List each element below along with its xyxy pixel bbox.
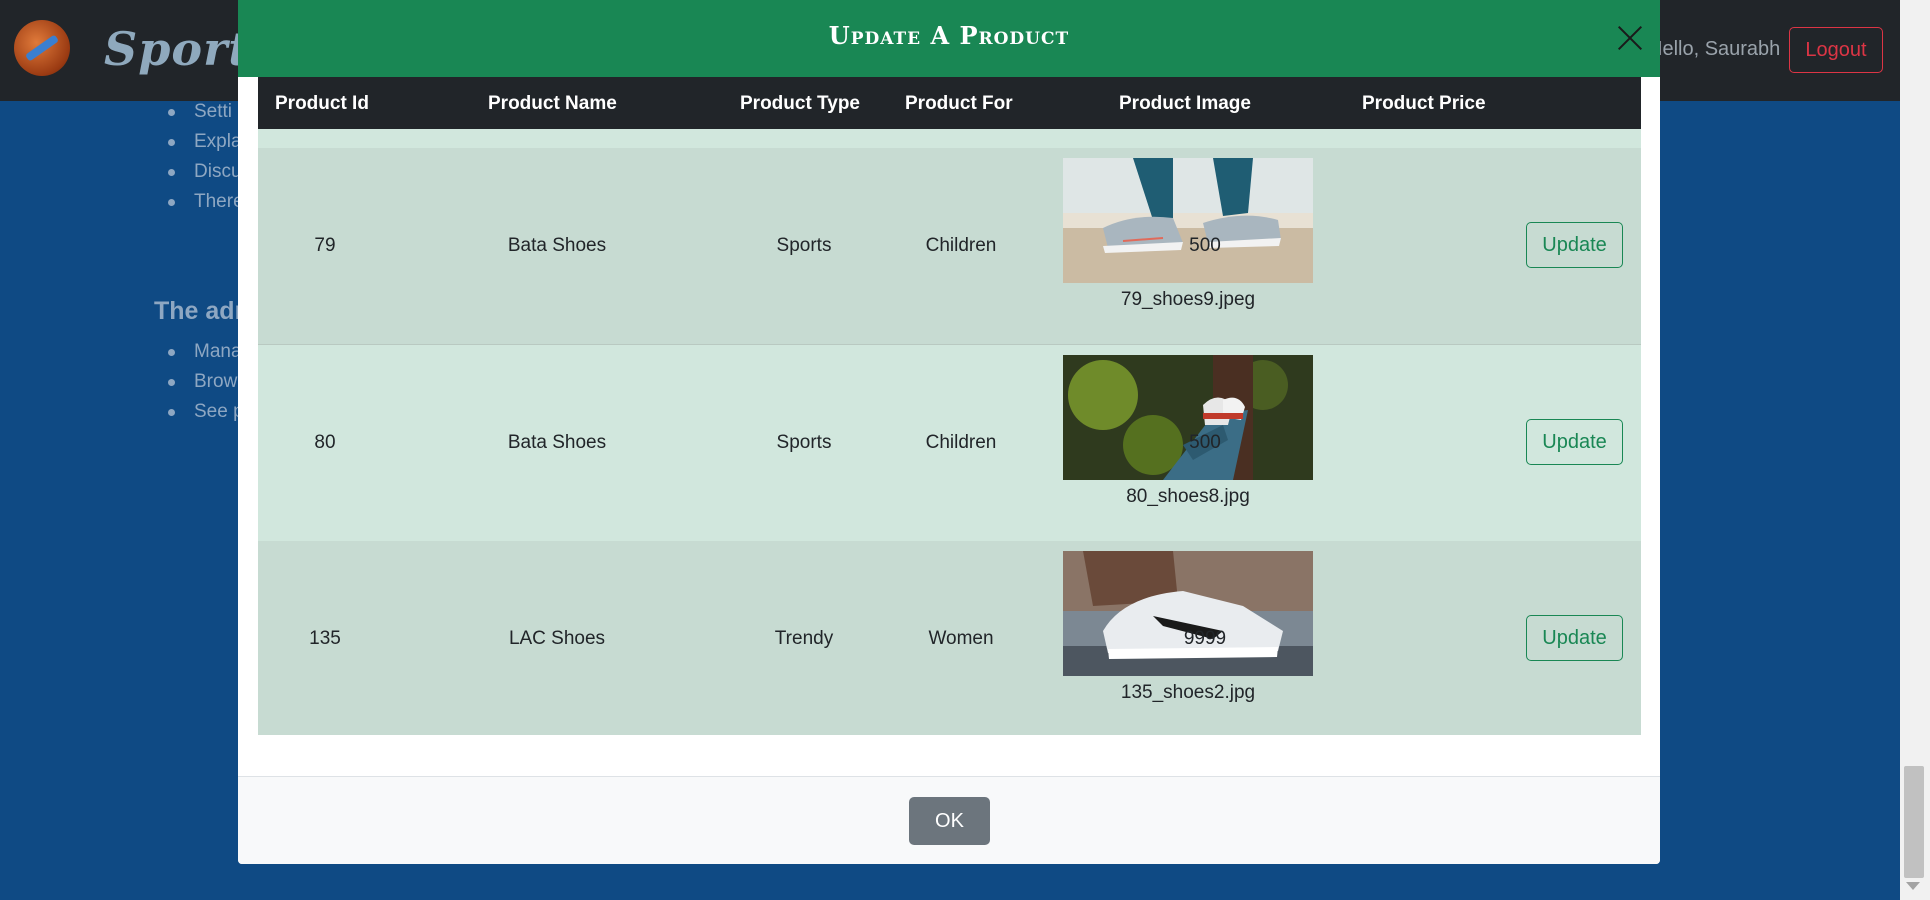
cell-product-type: Sports: [776, 432, 832, 453]
update-button[interactable]: Update: [1526, 615, 1623, 661]
scrollbar-thumb[interactable]: [1904, 766, 1924, 878]
list-item: Setti: [168, 97, 244, 127]
product-image: [1063, 355, 1313, 480]
modal-title: Update A Product: [828, 21, 1070, 50]
cell-product-for: Children: [925, 235, 997, 256]
table-row: 80 Bata Shoes Sports Children 80_shoes8.…: [258, 345, 1641, 542]
table-row-partial: [258, 129, 1641, 149]
background-feature-list: Setti Expla Discu There: [168, 97, 244, 217]
list-item: Discu: [168, 157, 244, 187]
header-product-name: Product Name: [488, 93, 617, 114]
close-icon[interactable]: [1616, 24, 1644, 52]
list-item: Mana: [168, 337, 244, 367]
user-greeting: Hello, Saurabh: [1648, 38, 1781, 60]
update-button[interactable]: Update: [1526, 222, 1623, 268]
product-image-filename: 135_shoes2.jpg: [1120, 682, 1256, 703]
cell-product-for: Women: [928, 628, 994, 649]
header-product-for: Product For: [905, 93, 1013, 114]
ok-button[interactable]: OK: [909, 797, 990, 845]
update-button[interactable]: Update: [1526, 419, 1623, 465]
cell-product-price: 500: [1189, 432, 1221, 453]
list-item: See p: [168, 397, 244, 427]
modal-header: Update A Product: [238, 0, 1660, 77]
product-image-filename: 80_shoes8.jpg: [1126, 486, 1250, 507]
cell-product-for: Children: [925, 432, 997, 453]
header-product-price: Product Price: [1362, 93, 1486, 114]
table-row: 79 Bata Shoes Sports Children 79_shoes9.…: [258, 148, 1641, 345]
background-admin-list: Mana Brow See p: [168, 337, 244, 427]
cell-product-price: 500: [1189, 235, 1221, 256]
scroll-down-arrow-icon[interactable]: [1906, 882, 1920, 890]
cell-product-name: Bata Shoes: [507, 235, 607, 256]
cell-product-type: Sports: [776, 235, 832, 256]
table-row: 135 LAC Shoes Trendy Women 135_shoes2.jp…: [258, 541, 1641, 735]
product-image-filename: 79_shoes9.jpeg: [1120, 289, 1256, 310]
list-item: There: [168, 187, 244, 217]
logout-button[interactable]: Logout: [1789, 27, 1883, 73]
modal-footer: OK: [238, 776, 1660, 864]
site-logo[interactable]: [14, 20, 70, 76]
cell-product-id: 80: [314, 432, 336, 453]
page-scrollbar[interactable]: [1900, 0, 1930, 900]
cell-product-id: 79: [314, 235, 336, 256]
cell-product-name: LAC Shoes: [508, 628, 606, 649]
products-table: Product Id Product Name Product Type Pro…: [258, 77, 1641, 735]
cell-product-name: Bata Shoes: [507, 432, 607, 453]
product-image: [1063, 158, 1313, 283]
update-product-modal: Update A Product Product Id Product Name…: [238, 0, 1660, 864]
table-header: Product Id Product Name Product Type Pro…: [258, 77, 1641, 129]
cell-product-id: 135: [309, 628, 341, 649]
list-item: Brow: [168, 367, 244, 397]
header-product-image: Product Image: [1119, 93, 1251, 114]
header-product-type: Product Type: [740, 93, 860, 114]
list-item: Expla: [168, 127, 244, 157]
cell-product-type: Trendy: [774, 628, 834, 649]
product-image: [1063, 551, 1313, 676]
header-product-id: Product Id: [275, 93, 369, 114]
cell-product-price: 9999: [1183, 628, 1227, 649]
